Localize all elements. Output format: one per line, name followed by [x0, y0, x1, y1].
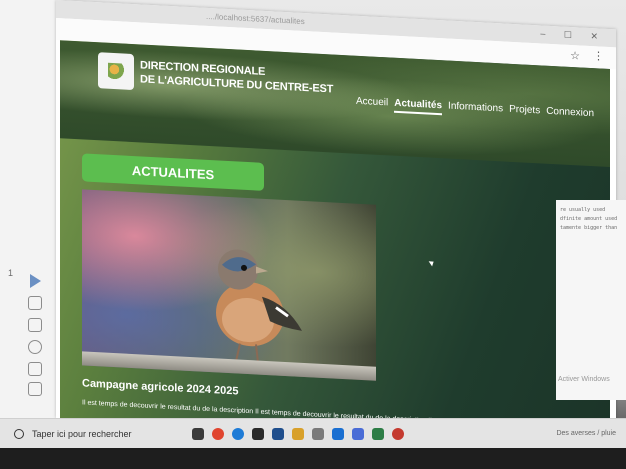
- chrome-icon[interactable]: [212, 427, 224, 440]
- app-icon[interactable]: [392, 427, 404, 440]
- news-title[interactable]: Campagne agricole 2024 2025: [82, 377, 239, 397]
- address-text[interactable]: ..../localhost:5637/actualites: [206, 12, 305, 26]
- code-line: re usually used: [560, 207, 606, 213]
- book-icon[interactable]: [28, 318, 42, 332]
- terminal-icon[interactable]: [28, 362, 42, 376]
- task-view-icon[interactable]: [192, 427, 204, 440]
- website-page: DIRECTION REGIONALE DE L'AGRICULTURE DU …: [60, 40, 610, 450]
- taskbar: Taper ici pour rechercher Des averses / …: [0, 418, 626, 448]
- bookmark-star-icon[interactable]: ☆: [570, 49, 580, 63]
- mouse-cursor-icon: [428, 259, 436, 267]
- code-line: dfinite amount used: [560, 216, 618, 222]
- files-icon[interactable]: [252, 427, 264, 440]
- git-icon[interactable]: [28, 382, 42, 396]
- code-line: tamente bigger than: [560, 225, 618, 231]
- nav-accueil[interactable]: Accueil: [356, 96, 388, 109]
- activate-windows-watermark: Activer Windows: [558, 376, 610, 383]
- taskbar-search[interactable]: Taper ici pour rechercher: [32, 429, 162, 439]
- news-image[interactable]: [82, 189, 376, 381]
- site-logo[interactable]: [98, 52, 134, 91]
- app-icon[interactable]: [372, 427, 384, 440]
- settings-icon[interactable]: [312, 427, 324, 440]
- code-lines: re usually used dfinite amount used tame…: [556, 200, 626, 239]
- line-number: 1: [8, 268, 14, 278]
- app-icon[interactable]: [352, 427, 364, 440]
- section-title: ACTUALITES: [82, 153, 264, 191]
- vscode-icon[interactable]: [332, 427, 344, 440]
- nav-informations[interactable]: Informations: [448, 101, 503, 115]
- code-editor-right-panel: re usually used dfinite amount used tame…: [556, 200, 626, 400]
- diamond-icon[interactable]: [28, 296, 42, 310]
- search-icon[interactable]: [14, 428, 24, 439]
- nav-connexion[interactable]: Connexion: [546, 106, 594, 120]
- taskbar-apps: [192, 427, 404, 440]
- edge-icon[interactable]: [232, 427, 244, 440]
- main-navigation: Accueil Actualités Informations Projets …: [356, 96, 594, 119]
- monitor-bezel: [0, 448, 626, 469]
- bird-illustration: [216, 249, 302, 363]
- folder-icon[interactable]: [292, 427, 304, 440]
- browser-menu-icon[interactable]: ⋮: [593, 49, 604, 63]
- system-tray[interactable]: Des averses / pluie: [556, 430, 616, 437]
- logo-emblem-icon: [108, 62, 124, 80]
- code-editor-left-panel: 1: [0, 0, 58, 425]
- info-icon[interactable]: [28, 340, 42, 354]
- run-icon[interactable]: [28, 274, 42, 288]
- nav-actualites[interactable]: Actualités: [394, 98, 442, 112]
- browser-window: ..../localhost:5637/actualites – ☐ ✕ ☆ ⋮…: [56, 0, 616, 450]
- window-controls[interactable]: – ☐ ✕: [540, 28, 606, 42]
- site-brand[interactable]: DIRECTION REGIONALE DE L'AGRICULTURE DU …: [140, 58, 333, 96]
- nav-projets[interactable]: Projets: [509, 104, 540, 117]
- photoshop-icon[interactable]: [272, 427, 284, 440]
